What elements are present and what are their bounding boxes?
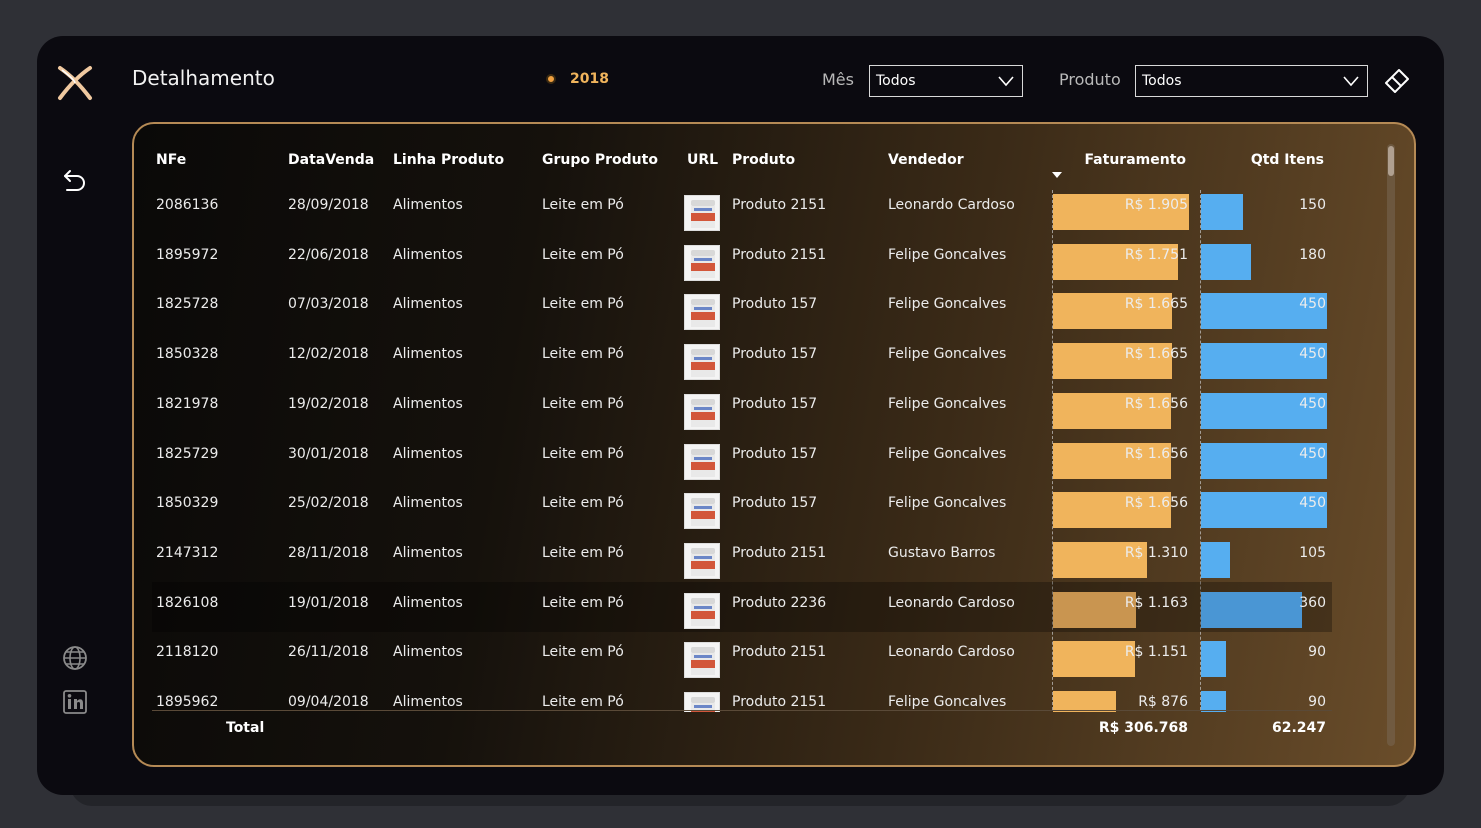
- table-row[interactable]: 1825729 30/01/2018 Alimentos Leite em Pó Pro…: [134, 433, 1414, 483]
- mes-filter-label: Mês: [822, 70, 854, 89]
- column-header-vendedor[interactable]: Vendedor: [888, 152, 964, 168]
- qtd-itens-value: 450: [1299, 445, 1326, 462]
- total-qtd: 62.247: [1271, 720, 1326, 736]
- legend-dot-icon: [546, 74, 556, 84]
- column-header-linha-produto[interactable]: Linha Produto: [393, 152, 504, 168]
- column-header-qtd-itens[interactable]: Qtd Itens: [1251, 152, 1324, 168]
- linkedin-icon[interactable]: [62, 689, 88, 715]
- total-faturamento: R$ 306.768: [1098, 720, 1188, 736]
- table-row[interactable]: 2118120 26/11/2018 Alimentos Leite em Pó Pro…: [134, 631, 1414, 681]
- table-row[interactable]: 2086136 28/09/2018 Alimentos Leite em Pó Pro…: [134, 184, 1414, 234]
- qtd-itens-value: 150: [1299, 197, 1326, 213]
- page-title: Detalhamento: [132, 66, 275, 90]
- qtd-itens-value: 450: [1299, 495, 1326, 512]
- total-row: Total R$ 306.768 62.247: [134, 720, 1414, 744]
- table-row[interactable]: 1895972 22/06/2018 Alimentos Leite em Pó Pro…: [134, 234, 1414, 284]
- column-header-datavenda[interactable]: DataVenda: [288, 152, 374, 168]
- qtd-itens-value: 105: [1299, 544, 1326, 561]
- chevron-down-icon: [998, 76, 1014, 87]
- details-table-panel: NFe DataVenda Linha Produto Grupo Produt…: [132, 122, 1416, 767]
- scrollbar-thumb[interactable]: [1388, 146, 1394, 176]
- column-header-nfe[interactable]: NFe: [156, 152, 186, 168]
- column-header-url[interactable]: URL: [687, 152, 718, 168]
- back-arrow-icon[interactable]: [62, 168, 88, 194]
- qtd-itens-value: 180: [1299, 246, 1326, 263]
- table-row[interactable]: 1821978 19/02/2018 Alimentos Leite em Pó Pro…: [134, 383, 1414, 433]
- column-header-produto[interactable]: Produto: [732, 152, 795, 168]
- mes-dropdown-value: Todos: [876, 73, 916, 89]
- produto-dropdown-value: Todos: [1142, 73, 1182, 89]
- table-row[interactable]: 1895962 09/04/2018 Alimentos Leite em Pó Pro…: [134, 681, 1414, 712]
- qtd-itens-value: 450: [1299, 395, 1326, 412]
- column-header-faturamento[interactable]: Faturamento: [1084, 152, 1186, 168]
- total-divider: [152, 710, 1332, 711]
- eraser-icon[interactable]: [1383, 67, 1411, 95]
- qtd-itens-value: 90: [1308, 644, 1326, 661]
- column-header-grupo-produto[interactable]: Grupo Produto: [542, 152, 658, 168]
- table-row[interactable]: 1826108 19/01/2018 Alimentos Leite em Pó Pro…: [152, 581, 1332, 632]
- year-label: 2018: [570, 71, 609, 87]
- total-label: Total: [226, 720, 265, 736]
- qtd-itens-value: 360: [1299, 594, 1326, 611]
- table-row[interactable]: 1850328 12/02/2018 Alimentos Leite em Pó Pro…: [134, 333, 1414, 383]
- produto-filter-label: Produto: [1059, 70, 1121, 89]
- chevron-down-icon: [1343, 76, 1359, 87]
- table-body: 2086136 28/09/2018 Alimentos Leite em Pó Pro…: [134, 184, 1414, 712]
- table-row[interactable]: 1825728 07/03/2018 Alimentos Leite em Pó Pro…: [134, 283, 1414, 333]
- sort-descending-icon[interactable]: [1052, 172, 1062, 178]
- globe-icon[interactable]: [62, 645, 88, 671]
- vertical-scrollbar[interactable]: [1387, 144, 1395, 746]
- qtd-itens-value: 90: [1308, 694, 1326, 710]
- logo-icon: [58, 66, 92, 100]
- produto-dropdown[interactable]: Todos: [1135, 65, 1368, 97]
- table-row[interactable]: 2147312 28/11/2018 Alimentos Leite em Pó Pro…: [134, 532, 1414, 582]
- year-legend[interactable]: 2018: [546, 71, 609, 87]
- table-header: NFe DataVenda Linha Produto Grupo Produt…: [134, 152, 1414, 176]
- table-row[interactable]: 1850329 25/02/2018 Alimentos Leite em Pó Pro…: [134, 482, 1414, 532]
- qtd-itens-value: 450: [1299, 296, 1326, 313]
- mes-dropdown[interactable]: Todos: [869, 65, 1023, 97]
- qtd-itens-value: 450: [1299, 346, 1326, 363]
